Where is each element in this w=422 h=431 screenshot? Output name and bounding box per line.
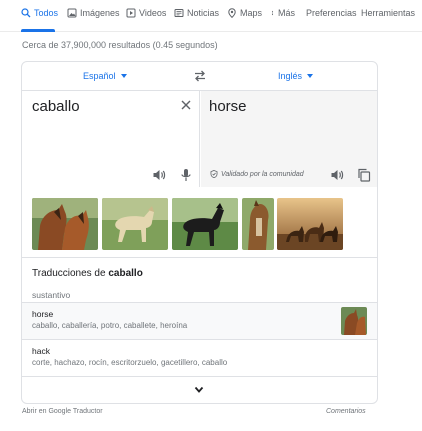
validated-badge: Validado por la comunidad xyxy=(210,170,304,178)
validated-label: Validado por la comunidad xyxy=(221,170,304,178)
feedback-link[interactable]: Comentarios xyxy=(326,408,366,415)
expand-translations-button[interactable] xyxy=(22,376,377,403)
horse-image-thumbnail[interactable] xyxy=(277,198,343,250)
source-text-pane[interactable]: caballo xyxy=(22,91,200,187)
translation-synonyms: caballo, caballería, potro, caballete, h… xyxy=(32,321,188,330)
chevron-down-icon xyxy=(120,74,127,78)
chevron-down-icon xyxy=(194,386,204,393)
tab-label: Herramientas xyxy=(361,8,416,18)
tab-label: Videos xyxy=(139,8,167,18)
search-icon xyxy=(21,8,31,18)
tab-preferencias[interactable]: Preferencias xyxy=(306,8,357,18)
translation-word: horse xyxy=(32,309,54,319)
speaker-icon[interactable] xyxy=(330,168,344,182)
copy-icon[interactable] xyxy=(357,168,371,182)
speaker-icon[interactable] xyxy=(152,168,166,182)
translation-synonyms: corte, hachazo, rocín, escritorzuelo, ga… xyxy=(32,358,228,367)
tab-herramientas[interactable]: Herramientas xyxy=(361,8,415,18)
language-bar: Español Inglés xyxy=(22,62,377,91)
horse-image-thumbnail[interactable] xyxy=(242,198,274,250)
horse-image-thumbnail[interactable] xyxy=(172,198,238,250)
tab-videos[interactable]: Videos xyxy=(126,8,166,18)
image-results-row xyxy=(22,188,377,258)
translator-card: Español Inglés caballo horse Validado po… xyxy=(21,61,378,404)
search-tabs: Todos Imágenes Videos Noticias Maps Más … xyxy=(0,0,422,32)
tab-label: Preferencias xyxy=(306,8,357,18)
tab-label: Imágenes xyxy=(80,8,120,18)
translation-entry[interactable]: horse caballo, caballería, potro, caball… xyxy=(22,302,377,339)
active-tab-indicator xyxy=(21,29,55,32)
close-icon[interactable] xyxy=(180,99,192,111)
translations-word: caballo xyxy=(108,268,143,279)
open-google-translate-link[interactable]: Abrir en Google Traductor xyxy=(22,408,103,415)
news-icon xyxy=(174,9,184,17)
tab-mas[interactable]: Más xyxy=(270,8,295,18)
tab-noticias[interactable]: Noticias xyxy=(174,8,219,18)
map-pin-icon xyxy=(228,8,236,18)
tab-imagenes[interactable]: Imágenes xyxy=(67,8,120,18)
translation-word: hack xyxy=(32,346,50,356)
swap-languages-icon[interactable] xyxy=(193,69,207,83)
tab-label: Todos xyxy=(34,8,59,18)
image-icon xyxy=(67,8,77,18)
translated-text: horse xyxy=(209,98,247,115)
translation-entry[interactable]: hack corte, hachazo, rocín, escritorzuel… xyxy=(22,339,377,376)
source-language-label: Español xyxy=(83,71,116,81)
source-text[interactable]: caballo xyxy=(32,98,80,115)
target-language-label: Inglés xyxy=(278,71,303,81)
tab-label: Maps xyxy=(240,8,263,18)
target-text-pane: horse Validado por la comunidad xyxy=(201,91,377,187)
horse-image-thumbnail[interactable] xyxy=(32,198,98,250)
target-language-select[interactable]: Inglés xyxy=(278,71,314,81)
microphone-icon[interactable] xyxy=(179,168,193,182)
tab-maps[interactable]: Maps xyxy=(227,8,262,18)
horse-image-thumbnail xyxy=(341,307,367,335)
video-icon xyxy=(126,8,136,18)
horse-image-thumbnail[interactable] xyxy=(102,198,168,250)
tab-label: Más xyxy=(278,8,296,18)
translations-heading: Traducciones de caballo xyxy=(32,268,143,279)
shield-check-icon xyxy=(210,170,218,178)
part-of-speech-label: sustantivo xyxy=(32,290,71,300)
chevron-down-icon xyxy=(307,74,314,78)
tab-todos[interactable]: Todos xyxy=(21,8,58,18)
tab-label: Noticias xyxy=(187,8,220,18)
results-count: Cerca de 37,900,000 resultados (0.45 seg… xyxy=(22,40,218,50)
translations-prefix: Traducciones de xyxy=(32,268,106,279)
more-vert-icon xyxy=(271,10,274,16)
source-language-select[interactable]: Español xyxy=(83,71,127,81)
